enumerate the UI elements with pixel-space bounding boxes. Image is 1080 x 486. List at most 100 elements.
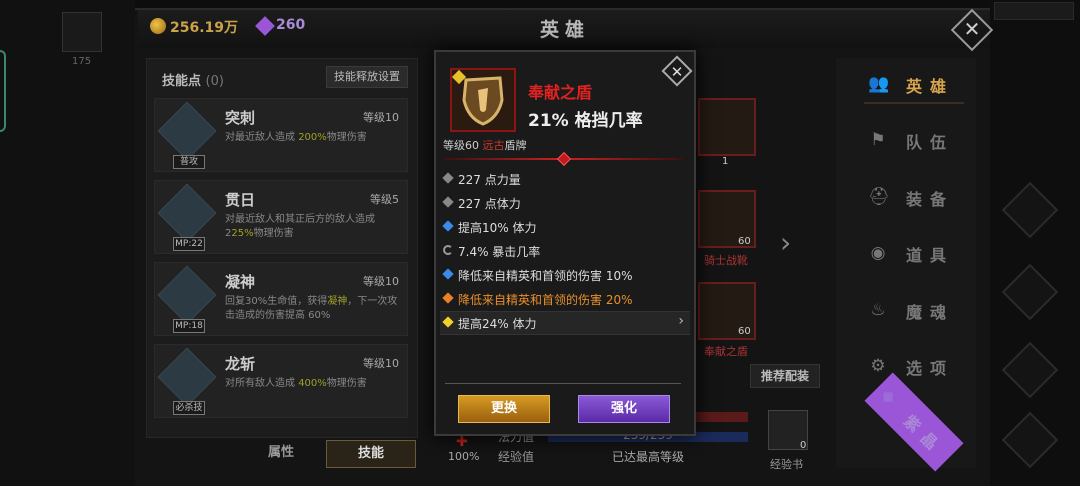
flag-icon: ⚑ [870, 130, 886, 150]
menu-label: 装备 [906, 190, 955, 209]
skill-dragon-slash-icon [157, 347, 217, 407]
item-main-stat: 21% 格挡几率 [528, 111, 643, 131]
recommend-loadout-button[interactable]: 推荐配装 [750, 364, 820, 388]
close-icon[interactable]: ✕ [666, 61, 688, 83]
skill-points-count: (0) [205, 74, 224, 89]
item-type: 盾牌 [504, 139, 527, 152]
tab-skills[interactable]: 技能 [326, 440, 416, 468]
item-level: 等级60 [443, 139, 479, 152]
skill-tag: MP:22 [173, 237, 205, 251]
left-count: 175 [72, 56, 92, 67]
crystal-icon: ◆ [876, 384, 901, 409]
divider [445, 383, 681, 384]
attribute-text: 227 点体力 [458, 197, 521, 211]
menu-item-team[interactable]: ⚑ 队伍 [864, 120, 964, 160]
skill-level: 等级5 [370, 193, 399, 206]
right-edge-backdrop [990, 0, 1080, 486]
equip-slot-armor[interactable] [698, 98, 756, 156]
slot-count: 1 [722, 156, 729, 167]
corner-panel [994, 2, 1074, 20]
gold-coin-icon [150, 18, 166, 34]
item-meta: 等级60 远古盾牌 [443, 137, 527, 153]
health-cross-icon: ✚ [456, 434, 468, 450]
attribute-row: 7.4% 暴击几率 [440, 240, 690, 262]
upgrade-button[interactable]: 强化 [578, 395, 670, 423]
skill-name: 突刺 [225, 109, 256, 127]
skill-tag: MP:18 [173, 319, 205, 333]
bullet-icon [442, 172, 454, 184]
skill-row[interactable]: 普攻 突刺 等级10 对最近敌人造成 200%物理伤害 [154, 98, 408, 172]
menu-item-items[interactable]: ◉ 道具 [864, 233, 964, 273]
flame-icon: ♨ [870, 300, 886, 320]
skill-level: 等级10 [363, 275, 399, 288]
skill-desc: 回复30%生命值，获得凝神，下一次攻击造成的伤害提高 60% [225, 296, 398, 321]
hero-icon: 👥 [868, 74, 890, 94]
skill-desc: 对最近敌人造成 200%物理伤害 [225, 132, 367, 143]
page-title: 英雄 [539, 19, 590, 41]
slot-level: 60 [738, 236, 751, 247]
chevron-right-icon[interactable]: › [780, 226, 791, 259]
menu-item-soul[interactable]: ♨ 魔魂 [864, 290, 964, 330]
close-icon[interactable]: ✕ [960, 16, 984, 42]
attribute-row: 降低来自精英和首领的伤害 20% [440, 288, 690, 310]
gem-amount: 260 [276, 17, 306, 33]
portrait-slot [62, 12, 102, 52]
skill-level: 等级10 [363, 357, 399, 370]
skill-points-label: 技能点 [162, 74, 202, 89]
skill-release-settings-button[interactable]: 技能释放设置 [326, 66, 408, 88]
chevron-right-icon[interactable]: › [678, 313, 684, 329]
attribute-row: 提高10% 体力 [440, 216, 690, 238]
skill-tag: 必杀技 [173, 401, 205, 415]
slot-level: 60 [738, 326, 751, 337]
refresh-icon [443, 245, 453, 255]
skill-name: 龙斩 [225, 355, 256, 373]
bullet-icon [442, 196, 454, 208]
attribute-row-selected[interactable]: 提高24% 体力 › [440, 311, 690, 335]
xp-value: 已达最高等级 [611, 450, 684, 464]
menu-label: 英雄 [906, 77, 955, 96]
bag-icon: ◉ [870, 243, 886, 263]
helmet-icon: ⛑ [868, 187, 890, 207]
attribute-row: 降低来自精英和首领的伤害 10% [440, 264, 690, 286]
item-quality: 远古 [482, 139, 505, 152]
attribute-text: 7.4% 暴击几率 [458, 245, 541, 259]
menu-label: 选项 [906, 359, 955, 378]
attribute-text: 227 点力量 [458, 173, 521, 187]
menu-label: 队伍 [906, 133, 955, 152]
book-count: 0 [800, 440, 807, 451]
skill-name: 凝神 [225, 273, 256, 291]
skill-row[interactable]: 必杀技 龙斩 等级10 对所有敌人造成 400%物理伤害 [154, 344, 408, 418]
shield-label: 奉献之盾 [704, 345, 748, 358]
menu-label: 魔魂 [906, 303, 955, 322]
skill-level: 等级10 [363, 111, 399, 124]
attribute-text: 提高10% 体力 [458, 221, 537, 235]
left-edge-backdrop: 175 [0, 0, 135, 486]
side-bracket [0, 50, 6, 132]
skill-points-header: 技能点 (0) [162, 70, 224, 89]
attribute-row: 227 点体力 [440, 192, 690, 214]
menu-item-options[interactable]: ⚙ 选项 [864, 346, 964, 386]
xp-book-label: 经验书 [770, 458, 803, 471]
skill-row[interactable]: MP:18 凝神 等级10 回复30%生命值，获得凝神，下一次攻击造成的伤害提高… [154, 262, 408, 336]
skill-row[interactable]: MP:22 贯日 等级5 对最近敌人和其正后方的敌人造成 225%物理伤害 [154, 180, 408, 254]
skill-pierce-icon [157, 183, 217, 243]
item-name: 奉献之盾 [528, 83, 593, 102]
menu-item-equipment[interactable]: ⛑ 装备 [864, 177, 964, 217]
bullet-icon [442, 220, 454, 232]
skill-thrust-icon [157, 101, 217, 161]
replace-button[interactable]: 更换 [458, 395, 550, 423]
tab-attributes[interactable]: 属性 [236, 440, 326, 468]
skill-desc: 对最近敌人和其正后方的敌人造成 225%物理伤害 [225, 214, 375, 239]
attribute-text: 提高24% 体力 [458, 317, 537, 331]
attribute-row: 227 点力量 [440, 168, 690, 190]
bullet-icon [442, 292, 454, 304]
attribute-text: 降低来自精英和首领的伤害 20% [458, 293, 633, 307]
skill-name: 贯日 [225, 191, 256, 209]
menu-item-hero[interactable]: 👥 英雄 [864, 64, 964, 104]
skill-focus-icon [157, 265, 217, 325]
bullet-icon [442, 268, 454, 280]
skill-tag: 普攻 [173, 155, 205, 169]
boots-label: 骑士战靴 [704, 254, 748, 267]
bullet-icon [442, 316, 454, 328]
skill-desc: 对所有敌人造成 400%物理伤害 [225, 378, 367, 389]
